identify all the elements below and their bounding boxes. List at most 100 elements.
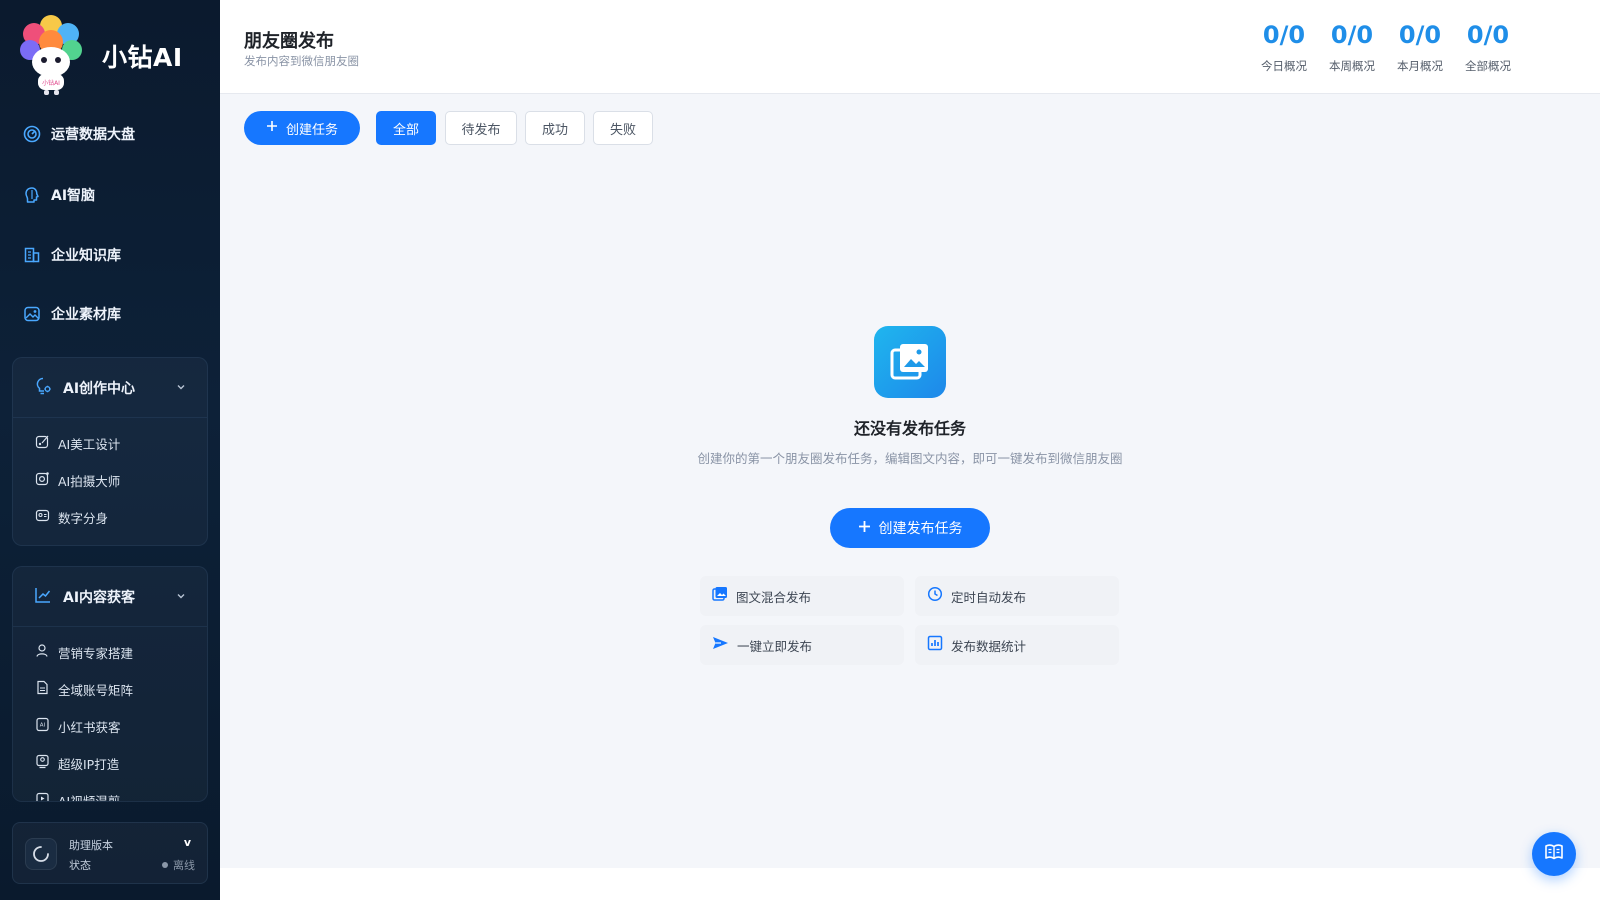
empty-state-title: 还没有发布任务 bbox=[853, 419, 966, 438]
user-icon bbox=[35, 643, 50, 662]
sidebar-item-label: 超级IP打造 bbox=[58, 757, 120, 772]
stat-value: 0/0 bbox=[1330, 21, 1374, 49]
camera-icon bbox=[35, 471, 50, 490]
sidebar-item-xiaohongshu[interactable]: AI 小红书获客 bbox=[13, 708, 207, 745]
sidebar-item-label: 小红书获客 bbox=[58, 720, 121, 735]
sidebar-item-digital-avatar[interactable]: 数字分身 bbox=[13, 499, 207, 536]
loading-spinner-icon bbox=[25, 838, 57, 870]
chevron-down-icon bbox=[175, 378, 187, 397]
sidebar-group-label: AI创作中心 bbox=[63, 380, 136, 397]
avatar-card-icon bbox=[35, 508, 50, 527]
create-publish-task-label: 创建发布任务 bbox=[878, 521, 963, 537]
stat-label: 今日概况 bbox=[1261, 59, 1307, 73]
sidebar-group-ai-creation: AI创作中心 AI美工设计 AI拍摄大师 数字分身 bbox=[12, 357, 208, 546]
image-library-icon bbox=[22, 304, 42, 324]
create-task-button[interactable]: 创建任务 bbox=[244, 111, 360, 145]
stat-value: 0/0 bbox=[1398, 21, 1442, 49]
sidebar-group-label: AI内容获客 bbox=[63, 589, 136, 606]
sidebar-item-label: AI拍摄大师 bbox=[58, 474, 121, 489]
assistant-status-card[interactable]: 助理版本 状态 v 离线 bbox=[12, 822, 208, 884]
create-publish-task-button[interactable]: 创建发布任务 bbox=[830, 508, 990, 548]
design-icon bbox=[35, 434, 50, 453]
sidebar-item-label: 企业知识库 bbox=[51, 248, 121, 264]
sidebar-item-label: 运营数据大盘 bbox=[51, 127, 135, 143]
filter-success[interactable]: 成功 bbox=[525, 111, 585, 145]
assistant-status-value: 离线 bbox=[162, 857, 195, 873]
sidebar-item-label: AI智脑 bbox=[51, 188, 96, 204]
sidebar-item-label: 数字分身 bbox=[58, 511, 109, 526]
stat-value: 0/0 bbox=[1466, 21, 1510, 49]
bulb-gear-icon bbox=[33, 376, 53, 400]
brand-logo: 小钻AI bbox=[18, 12, 84, 96]
gallery-icon bbox=[874, 326, 946, 398]
assistant-status-label: 状态 bbox=[69, 859, 91, 872]
stat-month: 0/0 本月概况 bbox=[1387, 20, 1453, 74]
sidebar-item-marketing-expert[interactable]: 营销专家搭建 bbox=[13, 634, 207, 671]
trend-icon bbox=[33, 585, 53, 609]
stat-value: 0/0 bbox=[1262, 21, 1306, 49]
bar-chart-icon bbox=[927, 635, 943, 655]
sidebar-item-label: AI视频混剪 bbox=[58, 794, 121, 802]
sidebar-item-asset-library[interactable]: 企业素材库 bbox=[22, 301, 202, 327]
feature-mixed-publish: 图文混合发布 bbox=[700, 576, 904, 616]
sidebar-item-label: AI美工设计 bbox=[58, 437, 121, 452]
status-dot bbox=[162, 862, 168, 868]
sidebar-item-super-ip[interactable]: 超级IP打造 bbox=[13, 745, 207, 782]
sidebar-item-video-mix[interactable]: AI视频混剪 bbox=[13, 782, 207, 802]
sidebar-group-ai-content: AI内容获客 营销专家搭建 全域账号矩阵 AI 小红书获客 超级IP打造 AI视… bbox=[12, 566, 208, 802]
stat-label: 全部概况 bbox=[1465, 59, 1511, 73]
book-icon bbox=[1543, 841, 1565, 867]
page-subtitle: 发布内容到微信朋友圈 bbox=[244, 54, 359, 68]
sidebar-group-header[interactable]: AI创作中心 bbox=[13, 358, 207, 418]
page-header: 朋友圈发布 发布内容到微信朋友圈 0/0 今日概况 0/0 本周概况 0/0 本… bbox=[220, 0, 1600, 94]
sidebar-item-dashboard[interactable]: 运营数据大盘 bbox=[22, 121, 202, 147]
sidebar-item-ai-brain[interactable]: AI智脑 bbox=[22, 182, 202, 208]
plus-icon bbox=[266, 120, 278, 136]
create-task-label: 创建任务 bbox=[285, 122, 338, 138]
document-icon bbox=[35, 680, 50, 699]
sidebar-item-label: 企业素材库 bbox=[51, 307, 121, 323]
ai-box-icon: AI bbox=[35, 717, 50, 736]
video-icon bbox=[35, 791, 50, 801]
sidebar-item-label: 营销专家搭建 bbox=[58, 646, 134, 661]
content-footer-band bbox=[220, 868, 1600, 900]
assistant-version-value: v bbox=[183, 836, 191, 849]
assistant-version-label: 助理版本 bbox=[69, 839, 113, 852]
feature-publish-stats: 发布数据统计 bbox=[915, 625, 1119, 665]
feature-scheduled-publish: 定时自动发布 bbox=[915, 576, 1119, 616]
sidebar-item-ai-photographer[interactable]: AI拍摄大师 bbox=[13, 462, 207, 499]
filter-failed[interactable]: 失败 bbox=[593, 111, 653, 145]
ip-icon bbox=[35, 754, 50, 773]
filter-all[interactable]: 全部 bbox=[376, 111, 436, 145]
page-title: 朋友圈发布 bbox=[244, 31, 334, 52]
stat-label: 本月概况 bbox=[1397, 59, 1443, 73]
stat-today: 0/0 今日概况 bbox=[1251, 20, 1317, 74]
feature-label: 定时自动发布 bbox=[951, 589, 1027, 605]
sidebar-item-knowledge-base[interactable]: 企业知识库 bbox=[22, 242, 202, 268]
feature-instant-publish: 一键立即发布 bbox=[700, 625, 904, 665]
empty-state-description: 创建你的第一个朋友圈发布任务，编辑图文内容，即可一键发布到微信朋友圈 bbox=[697, 451, 1123, 466]
dashboard-icon bbox=[22, 124, 42, 144]
help-guide-button[interactable] bbox=[1532, 832, 1576, 876]
plus-icon bbox=[858, 520, 871, 537]
feature-label: 发布数据统计 bbox=[951, 638, 1027, 654]
send-icon bbox=[712, 635, 729, 655]
logo-badge-text: 小钻AI bbox=[42, 79, 60, 87]
sidebar-item-label: 全域账号矩阵 bbox=[58, 683, 134, 698]
filter-pending[interactable]: 待发布 bbox=[445, 111, 517, 145]
image-icon bbox=[712, 586, 728, 606]
sidebar-item-ai-design[interactable]: AI美工设计 bbox=[13, 425, 207, 462]
feature-label: 图文混合发布 bbox=[736, 589, 812, 605]
brain-icon bbox=[22, 185, 42, 205]
status-text: 离线 bbox=[173, 859, 195, 872]
sidebar-item-account-matrix[interactable]: 全域账号矩阵 bbox=[13, 671, 207, 708]
sidebar: 小钻AI 小钻AI 运营数据大盘 AI智脑 企业知识库 企业素材库 AI创作中心 bbox=[0, 0, 220, 900]
stat-week: 0/0 本周概况 bbox=[1319, 20, 1385, 74]
feature-label: 一键立即发布 bbox=[737, 638, 813, 654]
building-icon bbox=[22, 245, 42, 265]
sidebar-group-header[interactable]: AI内容获客 bbox=[13, 567, 207, 627]
svg-text:AI: AI bbox=[40, 723, 46, 729]
brand-name: 小钻AI bbox=[102, 43, 183, 72]
stat-label: 本周概况 bbox=[1329, 59, 1375, 73]
stat-all: 0/0 全部概况 bbox=[1455, 20, 1521, 74]
